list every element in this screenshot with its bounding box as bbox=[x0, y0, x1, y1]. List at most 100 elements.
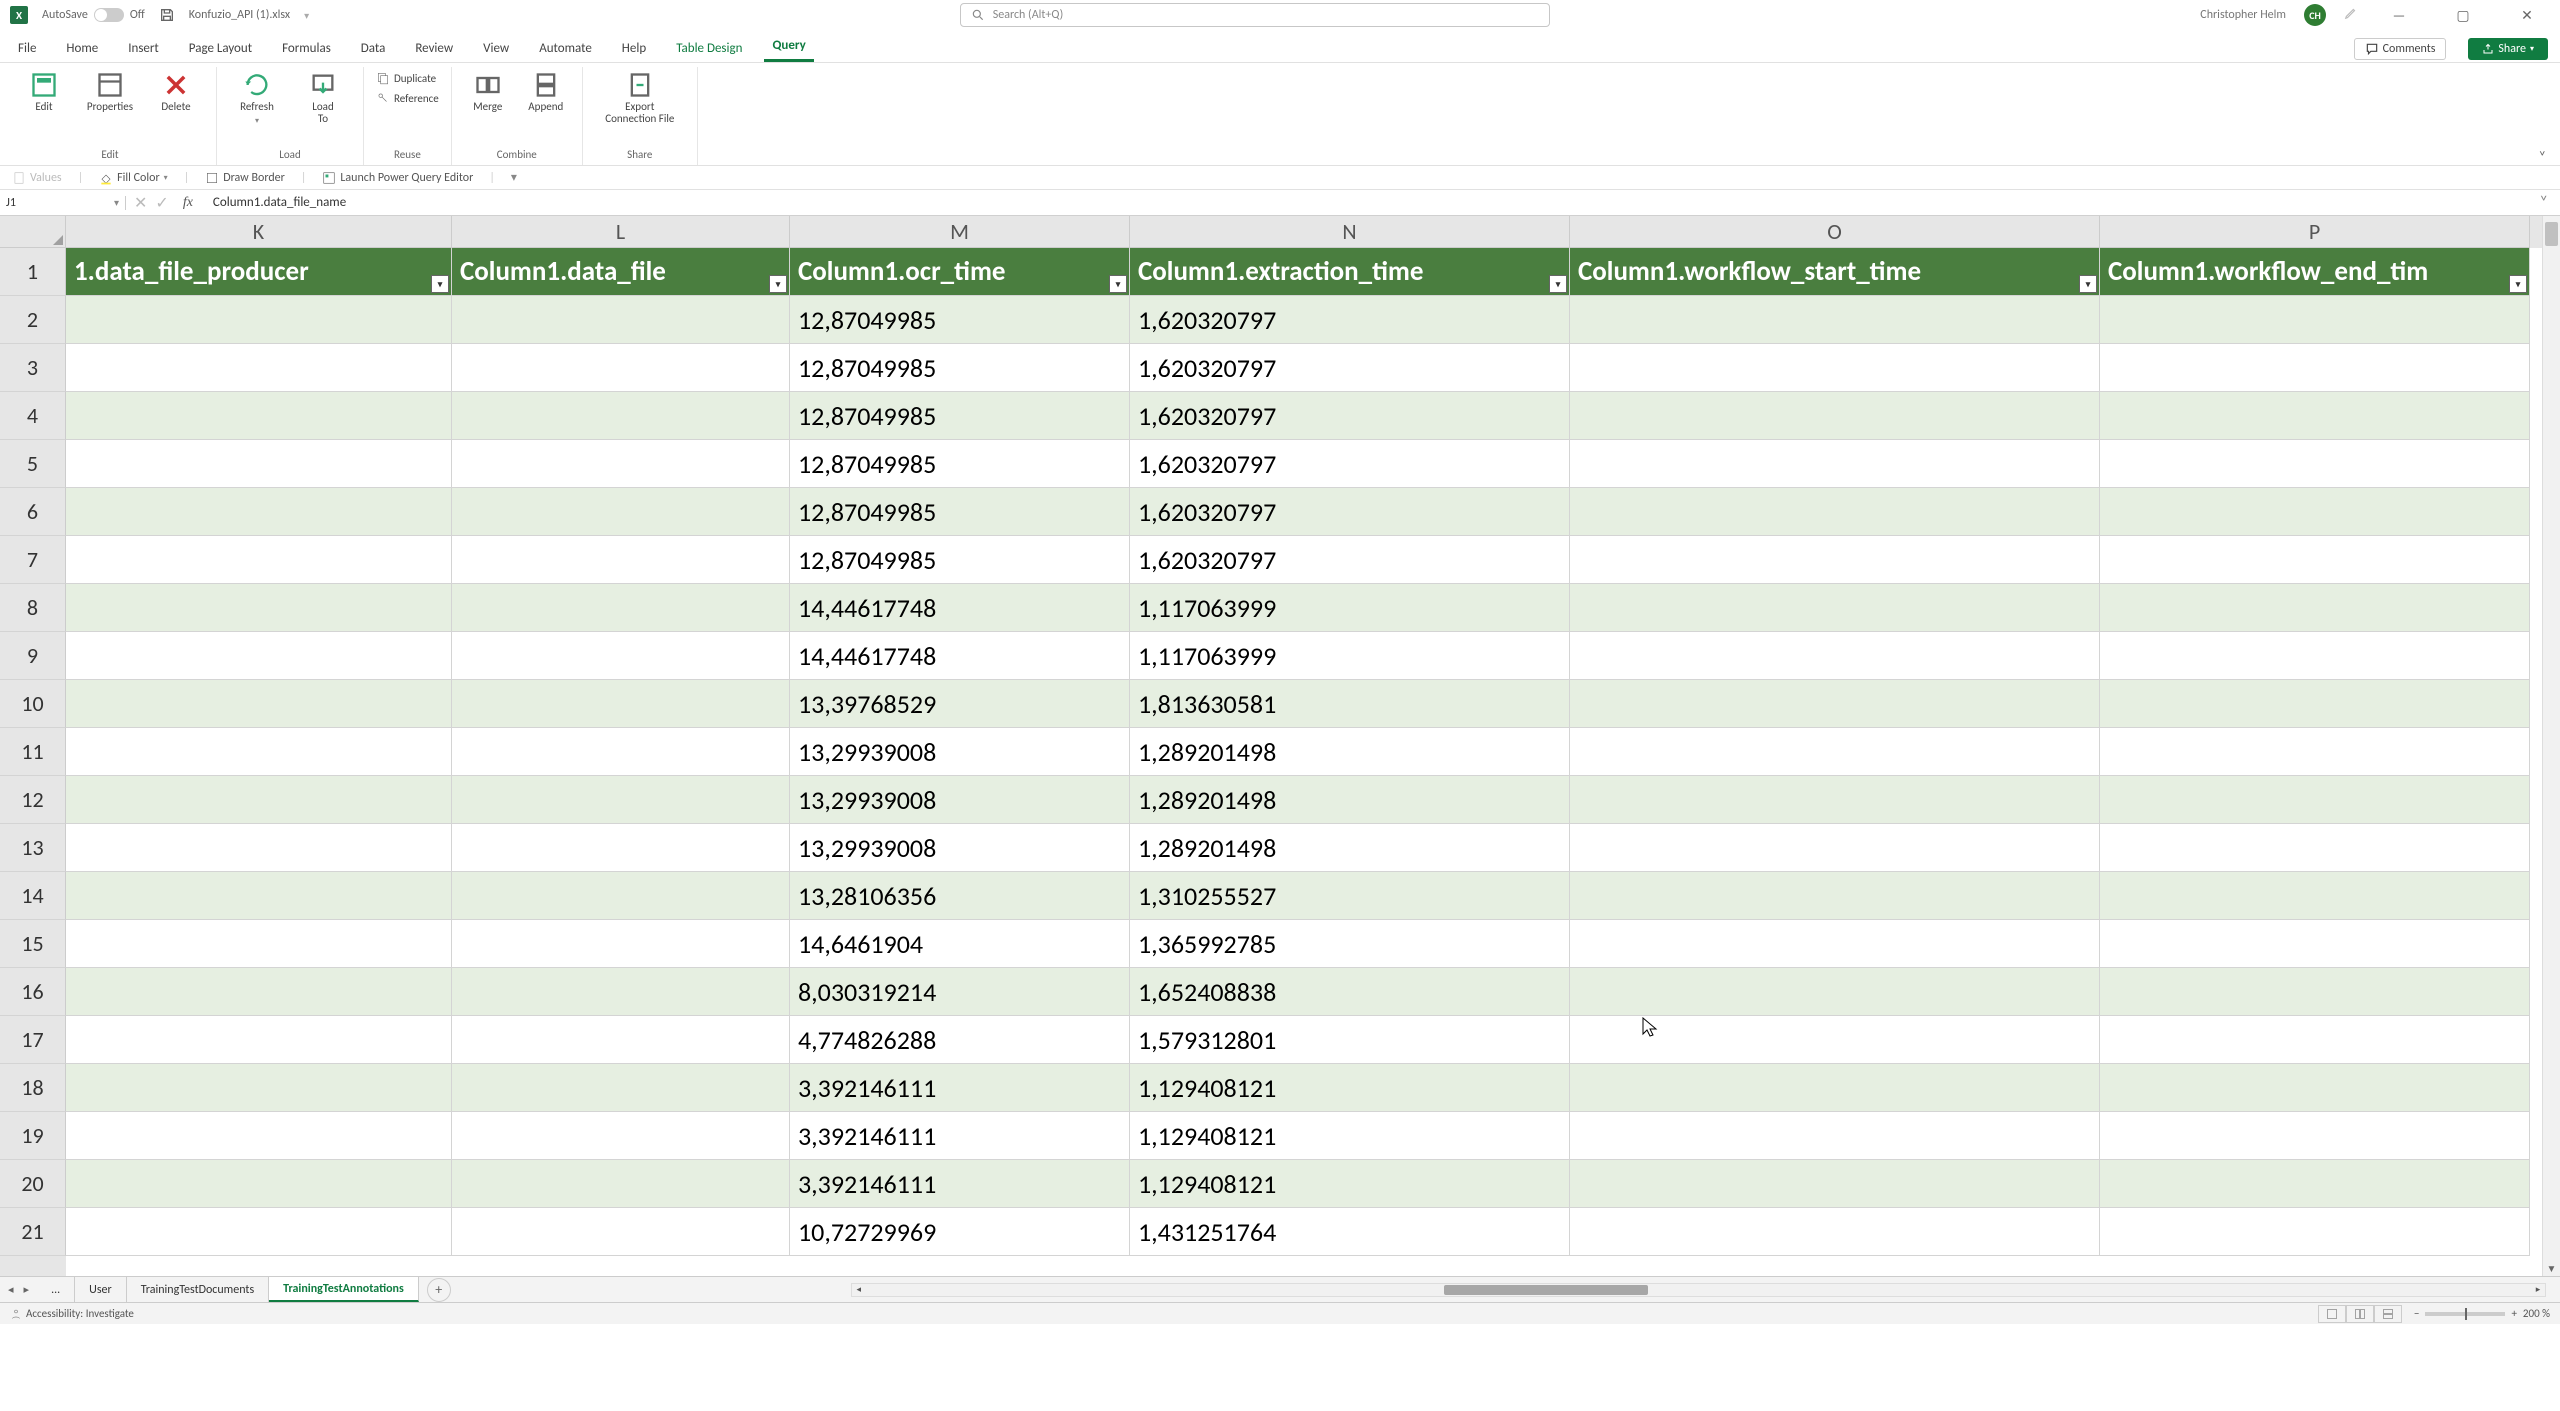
cell[interactable] bbox=[452, 344, 790, 392]
sheet-tab-trainingtestannotations[interactable]: TrainingTestAnnotations bbox=[269, 1277, 419, 1302]
cell[interactable] bbox=[452, 728, 790, 776]
properties-button[interactable]: Properties bbox=[82, 71, 138, 113]
tab-pagelayout[interactable]: Page Layout bbox=[181, 35, 260, 62]
table-header-cell[interactable]: Column1.data_file▾ bbox=[452, 248, 790, 296]
row-header[interactable]: 18 bbox=[0, 1064, 66, 1112]
cell[interactable]: 3,392146111 bbox=[790, 1112, 1130, 1160]
table-header-cell[interactable]: Column1.workflow_start_time▾ bbox=[1570, 248, 2100, 296]
cell[interactable] bbox=[2100, 776, 2530, 824]
cell[interactable]: 1,365992785 bbox=[1130, 920, 1570, 968]
cell[interactable] bbox=[2100, 440, 2530, 488]
cell[interactable]: 13,29939008 bbox=[790, 728, 1130, 776]
cell[interactable] bbox=[452, 440, 790, 488]
column-header-M[interactable]: M bbox=[790, 216, 1130, 248]
row-header[interactable]: 1 bbox=[0, 248, 66, 296]
cell[interactable] bbox=[1570, 1208, 2100, 1256]
select-all-corner[interactable] bbox=[0, 216, 66, 248]
expand-formula-button[interactable]: ˅ bbox=[2527, 193, 2560, 212]
add-sheet-button[interactable]: + bbox=[427, 1278, 451, 1302]
sheet-nav[interactable]: ◂▸ bbox=[0, 1283, 37, 1296]
cell[interactable] bbox=[1570, 440, 2100, 488]
cell[interactable] bbox=[66, 1064, 452, 1112]
horizontal-scrollbar[interactable]: ◂ ▸ bbox=[851, 1283, 2546, 1297]
table-row[interactable]: 12,870499851,620320797 bbox=[66, 344, 2542, 392]
cell[interactable]: 1,310255527 bbox=[1130, 872, 1570, 920]
row-header[interactable]: 15 bbox=[0, 920, 66, 968]
cell[interactable]: 1,620320797 bbox=[1130, 488, 1570, 536]
delete-button[interactable]: Delete bbox=[148, 71, 204, 113]
cell[interactable] bbox=[2100, 1016, 2530, 1064]
cell[interactable] bbox=[2100, 1208, 2530, 1256]
enter-formula-button[interactable]: ✓ bbox=[155, 193, 168, 213]
cell[interactable]: 1,813630581 bbox=[1130, 680, 1570, 728]
cell[interactable]: 13,29939008 bbox=[790, 824, 1130, 872]
cell[interactable] bbox=[1570, 584, 2100, 632]
cell[interactable] bbox=[1570, 488, 2100, 536]
cell[interactable] bbox=[1570, 632, 2100, 680]
cell[interactable]: 1,289201498 bbox=[1130, 824, 1570, 872]
scroll-right-icon[interactable]: ▸ bbox=[2531, 1284, 2545, 1296]
share-button[interactable]: Share ▾ bbox=[2468, 38, 2548, 60]
row-header[interactable]: 16 bbox=[0, 968, 66, 1016]
table-row[interactable]: 4,7748262881,579312801 bbox=[66, 1016, 2542, 1064]
cell[interactable] bbox=[1570, 1112, 2100, 1160]
normal-view-button[interactable] bbox=[2318, 1305, 2346, 1323]
values-button[interactable]: Values bbox=[12, 171, 62, 185]
cell[interactable] bbox=[452, 536, 790, 584]
table-row[interactable]: 3,3921461111,129408121 bbox=[66, 1064, 2542, 1112]
cell[interactable] bbox=[1570, 968, 2100, 1016]
cell[interactable]: 12,87049985 bbox=[790, 296, 1130, 344]
tab-help[interactable]: Help bbox=[614, 35, 654, 62]
toggle-icon[interactable] bbox=[94, 8, 124, 22]
tab-automate[interactable]: Automate bbox=[531, 35, 600, 62]
table-row[interactable]: 13,281063561,310255527 bbox=[66, 872, 2542, 920]
comments-button[interactable]: Comments bbox=[2354, 38, 2447, 60]
row-header[interactable]: 12 bbox=[0, 776, 66, 824]
minimize-button[interactable]: — bbox=[2376, 0, 2422, 30]
cell[interactable] bbox=[452, 680, 790, 728]
cell[interactable] bbox=[2100, 488, 2530, 536]
page-layout-view-button[interactable] bbox=[2346, 1305, 2374, 1323]
duplicate-button[interactable]: Duplicate bbox=[376, 71, 436, 85]
cell[interactable]: 3,392146111 bbox=[790, 1160, 1130, 1208]
filter-dropdown-icon[interactable]: ▾ bbox=[2509, 275, 2527, 293]
chevron-down-icon[interactable]: ▾ bbox=[304, 9, 309, 22]
scroll-thumb[interactable] bbox=[2545, 222, 2558, 246]
tab-file[interactable]: File bbox=[10, 35, 44, 62]
cell[interactable] bbox=[1570, 1064, 2100, 1112]
cell[interactable]: 1,579312801 bbox=[1130, 1016, 1570, 1064]
table-row[interactable]: 14,446177481,117063999 bbox=[66, 632, 2542, 680]
merge-button[interactable]: Merge bbox=[464, 71, 512, 113]
cell[interactable]: 13,29939008 bbox=[790, 776, 1130, 824]
cell[interactable] bbox=[66, 488, 452, 536]
cell[interactable] bbox=[1570, 872, 2100, 920]
cell[interactable]: 13,39768529 bbox=[790, 680, 1130, 728]
cell[interactable]: 14,6461904 bbox=[790, 920, 1130, 968]
cell[interactable] bbox=[66, 344, 452, 392]
zoom-control[interactable]: − + 200 % bbox=[2414, 1307, 2550, 1320]
cell[interactable]: 1,620320797 bbox=[1130, 440, 1570, 488]
cell[interactable] bbox=[66, 1160, 452, 1208]
cell[interactable] bbox=[66, 968, 452, 1016]
cell[interactable] bbox=[1570, 728, 2100, 776]
close-button[interactable]: ✕ bbox=[2504, 0, 2550, 30]
cell[interactable] bbox=[452, 776, 790, 824]
table-row[interactable]: 3,3921461111,129408121 bbox=[66, 1160, 2542, 1208]
cell[interactable] bbox=[2100, 584, 2530, 632]
cell[interactable]: 1,620320797 bbox=[1130, 296, 1570, 344]
cell[interactable] bbox=[1570, 824, 2100, 872]
row-header[interactable]: 17 bbox=[0, 1016, 66, 1064]
row-header[interactable]: 13 bbox=[0, 824, 66, 872]
loadto-button[interactable]: Load To bbox=[295, 71, 351, 125]
cell[interactable]: 10,72729969 bbox=[790, 1208, 1130, 1256]
grid[interactable]: KLMNOP 1.data_file_producer▾Column1.data… bbox=[66, 216, 2542, 1276]
tab-view[interactable]: View bbox=[475, 35, 517, 62]
cell[interactable] bbox=[1570, 776, 2100, 824]
table-row[interactable]: 8,0303192141,652408838 bbox=[66, 968, 2542, 1016]
table-row[interactable]: 13,299390081,289201498 bbox=[66, 824, 2542, 872]
cell[interactable] bbox=[66, 1112, 452, 1160]
sheet-tab-trainingtestdocuments[interactable]: TrainingTestDocuments bbox=[127, 1277, 269, 1302]
table-row[interactable]: 14,446177481,117063999 bbox=[66, 584, 2542, 632]
avatar[interactable]: CH bbox=[2304, 4, 2326, 26]
table-row[interactable]: 13,299390081,289201498 bbox=[66, 776, 2542, 824]
